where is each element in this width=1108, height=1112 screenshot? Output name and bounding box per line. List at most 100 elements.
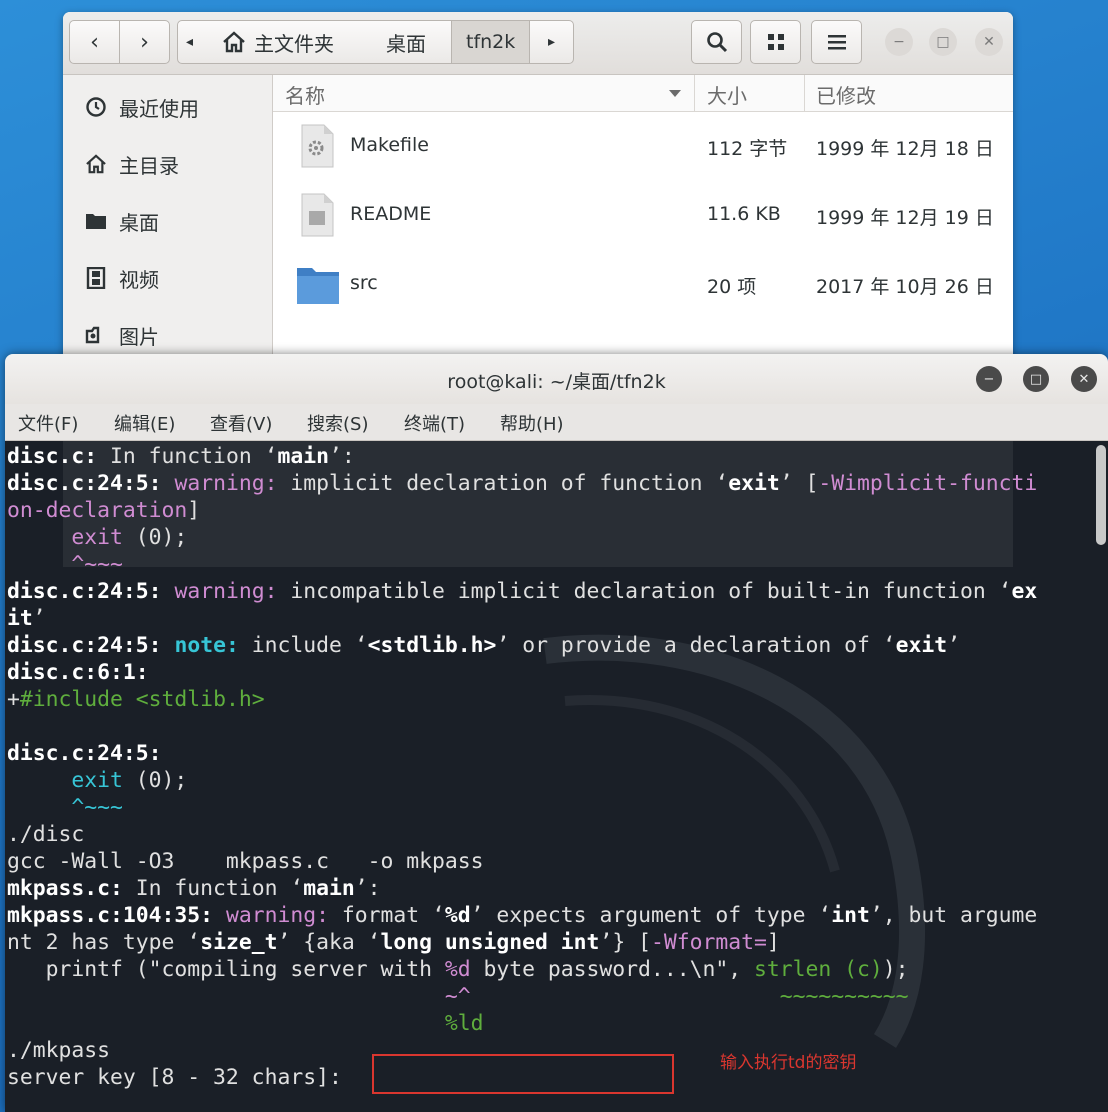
terminal-window: root@kali: ~/桌面/tfn2k − □ ✕ 文件(F) 编辑(E) … <box>5 354 1108 1112</box>
menu-file[interactable]: 文件(F) <box>18 410 78 436</box>
breadcrumb: ◂ 主文件夹 桌面 tfn2k ▸ <box>177 20 574 64</box>
sidebar-item-desktop[interactable]: 桌面 <box>83 206 159 236</box>
column-size[interactable]: 大小 <box>707 80 747 109</box>
terminal-text: printf ("compiling server with <box>7 957 445 982</box>
script-file-icon <box>301 124 334 168</box>
file-row[interactable]: Makefile 112 字节 1999 年 12月 18 日 <box>273 116 1013 176</box>
terminal-text: %d <box>444 903 471 928</box>
window-title: root@kali: ~/桌面/tfn2k <box>447 371 666 393</box>
terminal-output[interactable]: disc.c: In function ‘main’: disc.c:24:5: … <box>5 441 1108 1112</box>
file-name: README <box>350 203 432 225</box>
file-manager-headerbar: ‹ › ◂ 主文件夹 桌面 tfn2k ▸ − □ ✕ <box>63 12 1013 75</box>
terminal-text: server key [8 - 32 chars]: <box>7 1065 355 1090</box>
column-modified[interactable]: 已修改 <box>816 80 876 109</box>
file-size: 112 字节 <box>707 138 788 160</box>
terminal-text: it <box>7 606 33 631</box>
terminal-text: #include <stdlib.h> <box>19 687 265 712</box>
breadcrumb-scroll-left[interactable]: ◂ <box>186 21 193 63</box>
column-header: 名称 大小 已修改 <box>273 75 1013 112</box>
terminal-line: gcc -Wall -O3 mkpass.c -o mkpass <box>7 848 484 875</box>
text-file-icon <box>301 193 334 237</box>
file-name: Makefile <box>350 134 429 156</box>
clock-icon <box>83 96 109 118</box>
terminal-text: warning: <box>174 471 278 496</box>
file-row[interactable]: src 20 项 2017 年 10月 26 日 <box>273 254 1013 314</box>
maximize-icon: □ <box>1029 371 1043 387</box>
file-size: 20 项 <box>707 276 757 298</box>
terminal-text: exit <box>895 633 948 658</box>
terminal-text: ’ <box>32 606 46 631</box>
terminal-line: disc.c:24:5: note: include ‘<stdlib.h>’ … <box>7 632 960 659</box>
breadcrumb-scroll-right[interactable]: ▸ <box>548 21 555 63</box>
minimize-button[interactable]: − <box>976 366 1002 392</box>
breadcrumb-label: tfn2k <box>466 31 516 53</box>
close-button[interactable]: ✕ <box>1071 366 1097 392</box>
home-icon <box>223 31 245 53</box>
sidebar-item-videos[interactable]: 视频 <box>83 263 159 293</box>
menu-help[interactable]: 帮助(H) <box>500 410 564 436</box>
terminal-text: ex <box>1011 579 1038 604</box>
minimize-icon: − <box>893 34 905 50</box>
file-row[interactable]: README 11.6 KB 1999 年 12月 19 日 <box>273 185 1013 245</box>
breadcrumb-home[interactable]: 主文件夹 <box>222 21 334 63</box>
maximize-button[interactable]: □ <box>1023 366 1049 392</box>
terminal-line: it’ <box>7 605 46 632</box>
menu-edit[interactable]: 编辑(E) <box>114 410 175 436</box>
sidebar-item-label: 桌面 <box>119 210 159 235</box>
chevron-left-icon: ‹ <box>90 29 99 55</box>
terminal-line: ~^ ~~~~~~~~~~ <box>7 983 909 1010</box>
grid-icon <box>767 34 784 50</box>
terminal-text: %d <box>444 957 471 982</box>
sort-down-icon[interactable] <box>668 89 682 98</box>
sidebar-item-recent[interactable]: 最近使用 <box>83 92 199 122</box>
terminal-line: exit (0); <box>7 524 187 551</box>
breadcrumb-desktop[interactable]: 桌面 <box>386 21 426 63</box>
menu-search[interactable]: 搜索(S) <box>307 410 368 436</box>
terminal-text: ] <box>187 498 201 523</box>
column-name[interactable]: 名称 <box>285 80 325 109</box>
forward-button[interactable]: › <box>119 20 170 64</box>
terminal-menubar: 文件(F) 编辑(E) 查看(V) 搜索(S) 终端(T) 帮助(H) <box>5 404 1108 441</box>
terminal-text: size_t <box>200 930 278 955</box>
back-button[interactable]: ‹ <box>69 20 120 64</box>
breadcrumb-current[interactable]: tfn2k <box>451 21 531 63</box>
nav-buttons: ‹ › <box>69 20 171 64</box>
terminal-text: ~~~~~~~~~~ <box>779 984 909 1009</box>
close-icon: ✕ <box>1078 371 1090 387</box>
terminal-text: ’ <box>947 633 961 658</box>
close-button[interactable]: ✕ <box>975 28 1003 56</box>
search-button[interactable] <box>691 20 742 64</box>
terminal-text: strlen (c) <box>753 957 883 982</box>
menu-button[interactable] <box>811 20 862 64</box>
terminal-text: ’ [ <box>779 471 819 496</box>
terminal-text: (0); <box>122 768 188 793</box>
scrollbar[interactable] <box>1096 445 1106 545</box>
terminal-text: -Wformat= <box>650 930 767 955</box>
view-grid-button[interactable] <box>750 20 801 64</box>
sidebar-item-label: 主目录 <box>119 153 179 178</box>
terminal-text: disc.c:24:5: <box>7 471 162 496</box>
menu-view[interactable]: 查看(V) <box>210 410 272 436</box>
maximize-icon: □ <box>936 34 950 50</box>
maximize-button[interactable]: □ <box>929 28 957 56</box>
terminal-text: ’, but argume <box>869 903 1038 928</box>
terminal-text: + <box>7 687 20 712</box>
menu-terminal[interactable]: 终端(T) <box>404 410 465 436</box>
terminal-text: ./mkpass <box>7 1038 111 1063</box>
terminal-text: ] <box>766 930 780 955</box>
annotation-note: 输入执行td的密钥 <box>720 1053 857 1073</box>
sidebar-item-home[interactable]: 主目录 <box>83 149 179 179</box>
column-divider <box>804 75 805 111</box>
sidebar-item-pictures[interactable]: 图片 <box>83 320 159 350</box>
sidebar-item-label: 视频 <box>119 267 159 292</box>
terminal-text: In function <box>97 444 265 469</box>
minimize-button[interactable]: − <box>885 28 913 56</box>
terminal-text: mkpass.c:104:35: <box>7 903 214 928</box>
film-icon <box>83 267 109 289</box>
terminal-text: format ‘ <box>328 903 445 928</box>
terminal-line: server key [8 - 32 chars]: <box>7 1064 355 1091</box>
terminal-text: byte password...\n", <box>470 957 754 982</box>
